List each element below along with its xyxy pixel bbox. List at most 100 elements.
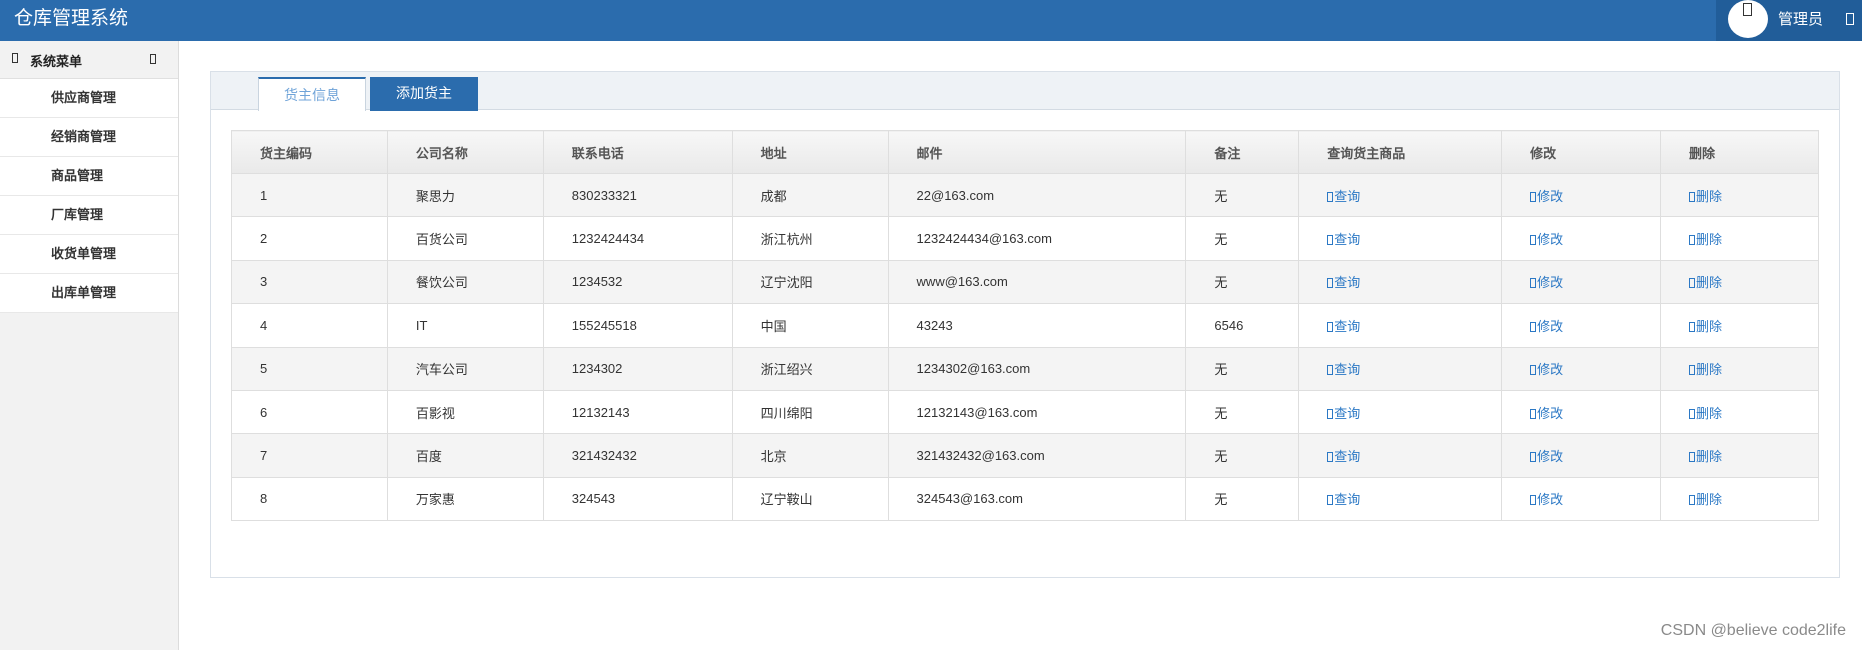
cell-address: 辽宁鞍山 [731,476,889,522]
column-header[interactable]: 联系电话 [542,130,733,174]
cell-delete: 删除 [1660,433,1819,478]
cell-note: 无 [1185,346,1300,391]
query-link[interactable]: 查询 [1327,319,1360,334]
sidebar-item-outbound[interactable]: 出库单管理 [0,274,178,313]
cell-company: 百货公司 [386,216,544,261]
cell-note: 无 [1185,216,1300,261]
cell-company: 百度 [386,433,544,478]
cell-delete: 删除 [1660,389,1819,435]
trash-icon [1689,495,1696,506]
edit-label: 修改 [1537,318,1564,334]
column-header[interactable]: 公司名称 [386,130,544,174]
collapse-icon[interactable] [150,54,156,64]
cell-phone: 1232424434 [542,216,733,261]
sidebar-item-goods[interactable]: 商品管理 [0,157,178,196]
delete-label: 删除 [1696,362,1723,378]
query-link[interactable]: 查询 [1327,492,1360,507]
sidebar-item-receipt[interactable]: 收货单管理 [0,235,178,274]
edit-label: 修改 [1537,492,1564,508]
avatar[interactable] [1728,0,1768,38]
cell-phone: 1234532 [542,259,733,305]
edit-link[interactable]: 修改 [1530,362,1563,377]
cell-email: 1234302@163.com [887,346,1187,391]
tab-owner-info[interactable]: 货主信息 [258,77,366,111]
query-link[interactable]: 查询 [1327,362,1360,377]
sidebar-header[interactable]: 系统菜单 [0,41,178,79]
query-label: 查询 [1334,449,1361,465]
delete-link[interactable]: 删除 [1689,449,1722,464]
edit-icon [1530,278,1537,289]
query-label: 查询 [1334,318,1361,334]
cell-address: 成都 [731,172,889,218]
cell-delete: 删除 [1660,346,1819,391]
table-row: 6 百影视 12132143 四川绵阳 12132143@163.com 无 查… [231,389,1819,435]
column-header[interactable]: 查询货主商品 [1298,130,1503,174]
table-row: 1 聚思力 830233321 成都 22@163.com 无 查询 修改 删除 [231,172,1819,218]
user-icon [1743,3,1752,16]
query-link[interactable]: 查询 [1327,232,1360,247]
user-menu[interactable]: 管理员 [1716,0,1862,41]
cell-edit: 修改 [1501,476,1662,522]
search-icon [1327,321,1334,332]
edit-link[interactable]: 修改 [1530,449,1563,464]
delete-link[interactable]: 删除 [1689,492,1722,507]
query-link[interactable]: 查询 [1327,406,1360,421]
edit-label: 修改 [1537,188,1564,204]
search-icon [1327,235,1334,246]
cell-edit: 修改 [1501,389,1662,435]
edit-link[interactable]: 修改 [1530,492,1563,507]
cell-phone: 830233321 [542,172,733,218]
cell-query: 查询 [1298,476,1503,522]
delete-link[interactable]: 删除 [1689,362,1722,377]
cell-code: 4 [231,303,388,348]
cell-query: 查询 [1298,303,1503,348]
cell-edit: 修改 [1501,216,1662,261]
sidebar-item-warehouse[interactable]: 厂库管理 [0,196,178,235]
edit-link[interactable]: 修改 [1530,406,1563,421]
cell-note: 6546 [1185,303,1300,348]
delete-link[interactable]: 删除 [1689,232,1722,247]
edit-link[interactable]: 修改 [1530,319,1563,334]
cell-phone: 324543 [542,476,733,522]
cell-email: 12132143@163.com [887,389,1187,435]
column-header[interactable]: 地址 [731,130,889,174]
column-header[interactable]: 修改 [1501,130,1662,174]
delete-link[interactable]: 删除 [1689,189,1722,204]
column-header[interactable]: 备注 [1185,130,1300,174]
query-label: 查询 [1334,232,1361,248]
delete-link[interactable]: 删除 [1689,406,1722,421]
menu-icon [12,53,18,63]
dropdown-icon[interactable] [1846,13,1854,25]
edit-link[interactable]: 修改 [1530,275,1563,290]
sidebar-item-supplier[interactable]: 供应商管理 [0,79,178,118]
cell-email: 321432432@163.com [887,433,1187,478]
cell-company: 餐饮公司 [386,259,544,305]
column-header[interactable]: 删除 [1660,130,1819,174]
edit-link[interactable]: 修改 [1530,189,1563,204]
delete-link[interactable]: 删除 [1689,319,1722,334]
cell-query: 查询 [1298,389,1503,435]
table-body: 1 聚思力 830233321 成都 22@163.com 无 查询 修改 删除… [231,172,1819,522]
trash-icon [1689,278,1696,289]
delete-label: 删除 [1696,492,1723,508]
edit-label: 修改 [1537,275,1564,291]
query-link[interactable]: 查询 [1327,449,1360,464]
search-icon [1327,495,1334,506]
cell-email: 324543@163.com [887,476,1187,522]
cell-address: 北京 [731,433,889,478]
query-link[interactable]: 查询 [1327,189,1360,204]
edit-link[interactable]: 修改 [1530,232,1563,247]
delete-label: 删除 [1696,275,1723,291]
column-header[interactable]: 邮件 [887,130,1187,174]
column-header[interactable]: 货主编码 [231,130,388,174]
tab-add-owner[interactable]: 添加货主 [370,77,478,111]
cell-email: www@163.com [887,259,1187,305]
delete-link[interactable]: 删除 [1689,275,1722,290]
cell-phone: 1234302 [542,346,733,391]
query-link[interactable]: 查询 [1327,275,1360,290]
tab-bar: 货主信息 添加货主 [211,72,1839,111]
cell-code: 7 [231,433,388,478]
user-name[interactable]: 管理员 [1778,11,1823,29]
sidebar-item-dealer[interactable]: 经销商管理 [0,118,178,157]
table-row: 2 百货公司 1232424434 浙江杭州 1232424434@163.co… [231,216,1819,261]
